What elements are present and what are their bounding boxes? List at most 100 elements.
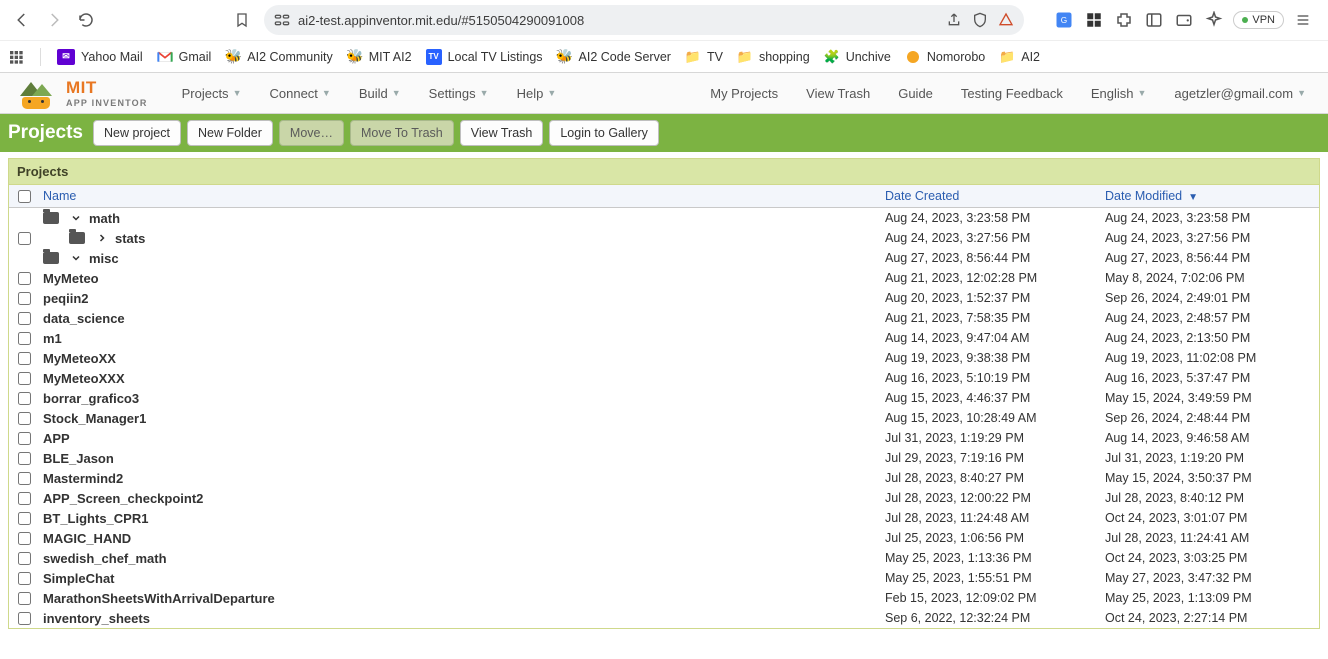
sidebar-toggle-icon[interactable] [1143,9,1165,31]
apps-grid-icon[interactable] [8,49,24,65]
bookmark-local-tv[interactable]: TVLocal TV Listings [426,49,543,65]
extensions-puzzle-icon[interactable] [1113,9,1135,31]
brave-rewards-icon[interactable] [998,12,1014,28]
wallet-icon[interactable] [1173,9,1195,31]
bookmark-mit-ai2[interactable]: 🐝MIT AI2 [347,49,412,65]
menu-connect[interactable]: Connect▼ [257,80,342,107]
ext-grid-icon[interactable] [1083,9,1105,31]
reload-button[interactable] [72,6,100,34]
table-row[interactable]: MyMeteoAug 21, 2023, 12:02:28 PMMay 8, 2… [9,268,1319,288]
bookmark-gmail[interactable]: Gmail [157,49,212,65]
row-checkbox[interactable] [18,552,31,565]
table-row[interactable]: APP_Screen_checkpoint2Jul 28, 2023, 12:0… [9,488,1319,508]
forward-button[interactable] [40,6,68,34]
menu-projects[interactable]: Projects▼ [170,80,254,107]
date-created: Jul 28, 2023, 8:40:27 PM [879,467,1099,489]
panel-title: Projects [9,159,1319,185]
bookmark-unchive[interactable]: 🧩Unchive [824,49,891,65]
row-checkbox[interactable] [18,332,31,345]
menu-build[interactable]: Build▼ [347,80,413,107]
table-row[interactable]: borrar_grafico3Aug 15, 2023, 4:46:37 PMM… [9,388,1319,408]
menu-account[interactable]: agetzler@gmail.com▼ [1162,80,1318,107]
bookmark-icon[interactable] [228,6,256,34]
table-row[interactable]: Stock_Manager1Aug 15, 2023, 10:28:49 AMS… [9,408,1319,428]
menu-view-trash[interactable]: View Trash [794,80,882,107]
row-checkbox[interactable] [18,532,31,545]
bookmark-shopping-folder[interactable]: 📁shopping [737,49,810,65]
menu-settings[interactable]: Settings▼ [417,80,501,107]
table-row[interactable]: APPJul 31, 2023, 1:19:29 PMAug 14, 2023,… [9,428,1319,448]
table-row[interactable]: inventory_sheetsSep 6, 2022, 12:32:24 PM… [9,608,1319,628]
column-date-modified[interactable]: Date Modified▼ [1099,185,1319,207]
brave-shield-icon[interactable] [972,12,988,28]
row-checkbox[interactable] [18,292,31,305]
new-project-button[interactable]: New project [93,120,181,146]
row-checkbox[interactable] [18,312,31,325]
move-button[interactable]: Move… [279,120,344,146]
row-checkbox[interactable] [18,392,31,405]
browser-menu-icon[interactable] [1292,9,1314,31]
leo-ai-icon[interactable] [1203,9,1225,31]
table-row[interactable]: SimpleChatMay 25, 2023, 1:55:51 PMMay 27… [9,568,1319,588]
column-date-created[interactable]: Date Created [879,185,1099,207]
new-folder-button[interactable]: New Folder [187,120,273,146]
table-row[interactable]: peqiin2Aug 20, 2023, 1:52:37 PMSep 26, 2… [9,288,1319,308]
table-row[interactable]: Mastermind2Jul 28, 2023, 8:40:27 PMMay 1… [9,468,1319,488]
bookmark-ai2-community[interactable]: 🐝AI2 Community [225,49,332,65]
row-checkbox[interactable] [18,372,31,385]
table-row[interactable]: BLE_JasonJul 29, 2023, 7:19:16 PMJul 31,… [9,448,1319,468]
bookmark-ai2-folder[interactable]: 📁AI2 [999,49,1040,65]
ext-translate-icon[interactable]: G [1053,9,1075,31]
table-row[interactable]: MyMeteoXXXAug 16, 2023, 5:10:19 PMAug 16… [9,368,1319,388]
bookmark-tv-folder[interactable]: 📁TV [685,49,723,65]
row-checkbox[interactable] [18,472,31,485]
move-to-trash-button[interactable]: Move To Trash [350,120,454,146]
menu-my-projects[interactable]: My Projects [698,80,790,107]
table-row[interactable]: MyMeteoXXAug 19, 2023, 9:38:38 PMAug 19,… [9,348,1319,368]
row-checkbox[interactable] [18,272,31,285]
table-row[interactable]: BT_Lights_CPR1Jul 28, 2023, 11:24:48 AMO… [9,508,1319,528]
menu-language[interactable]: English▼ [1079,80,1159,107]
row-checkbox[interactable] [18,572,31,585]
menu-guide[interactable]: Guide [886,80,945,107]
table-row[interactable]: MAGIC_HANDJul 25, 2023, 1:06:56 PMJul 28… [9,528,1319,548]
back-button[interactable] [8,6,36,34]
table-row[interactable]: data_scienceAug 21, 2023, 7:58:35 PMAug … [9,308,1319,328]
login-gallery-button[interactable]: Login to Gallery [549,120,659,146]
logo[interactable]: MIT APP INVENTOR [0,78,162,108]
vpn-pill[interactable]: VPN [1233,11,1284,29]
project-name: BT_Lights_CPR1 [43,511,148,526]
row-checkbox[interactable] [18,232,31,245]
column-name[interactable]: Name [39,185,879,207]
row-checkbox[interactable] [18,412,31,425]
project-name: SimpleChat [43,571,115,586]
table-row[interactable]: statsAug 24, 2023, 3:27:56 PMAug 24, 202… [9,228,1319,248]
chevron-right-icon[interactable] [95,232,109,244]
row-checkbox[interactable] [18,512,31,525]
table-row[interactable]: MarathonSheetsWithArrivalDepartureFeb 15… [9,588,1319,608]
table-row[interactable]: miscAug 27, 2023, 8:56:44 PMAug 27, 2023… [9,248,1319,268]
menu-help[interactable]: Help▼ [505,80,569,107]
project-name: inventory_sheets [43,611,150,626]
row-checkbox[interactable] [18,432,31,445]
url-text[interactable]: ai2-test.appinventor.mit.edu/#5150504290… [298,13,946,28]
site-settings-icon[interactable] [274,13,290,27]
bookmark-code-server[interactable]: 🐝AI2 Code Server [557,49,671,65]
view-trash-button[interactable]: View Trash [460,120,544,146]
select-all-checkbox[interactable] [18,190,31,203]
bookmark-nomorobo[interactable]: Nomorobo [905,49,985,65]
row-checkbox[interactable] [18,592,31,605]
row-checkbox[interactable] [18,452,31,465]
table-row[interactable]: mathAug 24, 2023, 3:23:58 PMAug 24, 2023… [9,208,1319,228]
row-checkbox[interactable] [18,612,31,625]
url-bar[interactable]: ai2-test.appinventor.mit.edu/#5150504290… [264,5,1024,35]
row-checkbox[interactable] [18,352,31,365]
chevron-down-icon[interactable] [69,252,83,264]
menu-testing-feedback[interactable]: Testing Feedback [949,80,1075,107]
row-checkbox[interactable] [18,492,31,505]
chevron-down-icon[interactable] [69,212,83,224]
bookmark-yahoo-mail[interactable]: ✉Yahoo Mail [57,49,143,65]
table-row[interactable]: m1Aug 14, 2023, 9:47:04 AMAug 24, 2023, … [9,328,1319,348]
share-icon[interactable] [946,12,962,28]
table-row[interactable]: swedish_chef_mathMay 25, 2023, 1:13:36 P… [9,548,1319,568]
